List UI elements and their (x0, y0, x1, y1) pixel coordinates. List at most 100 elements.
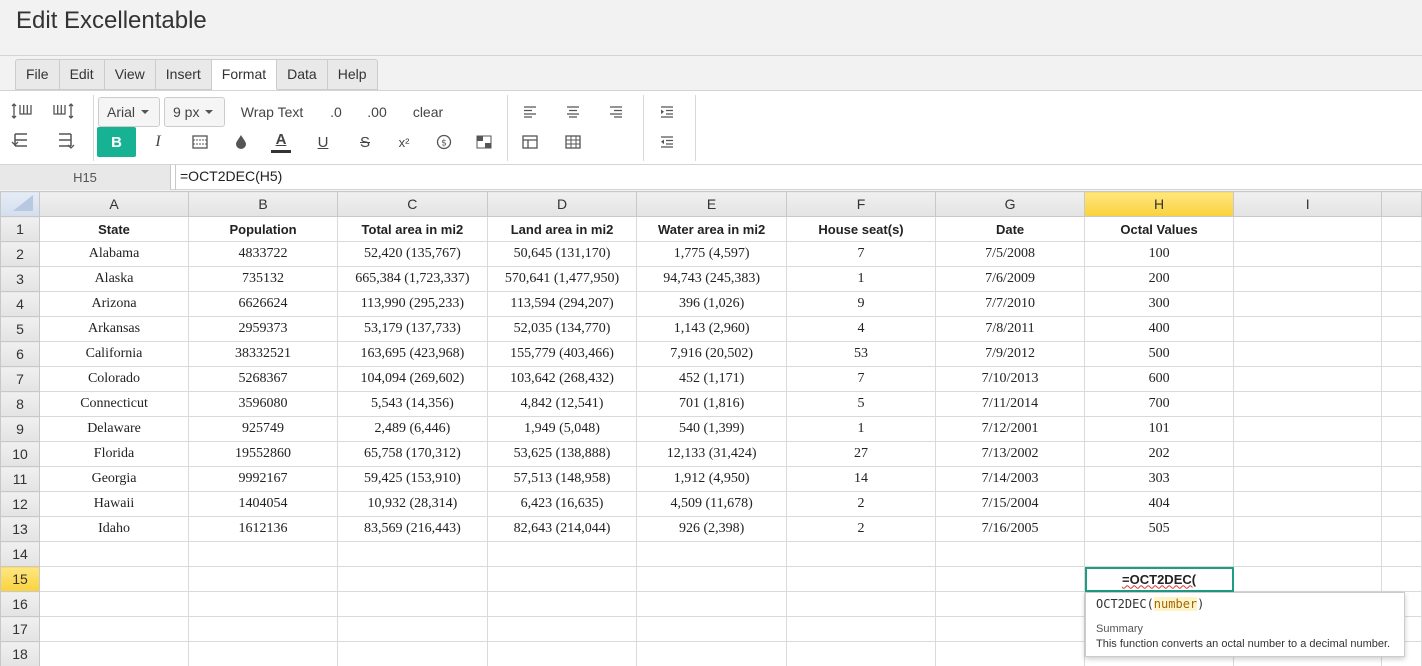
menu-insert[interactable]: Insert (155, 59, 212, 90)
grid-cell[interactable]: 926 (2,398) (636, 516, 787, 542)
grid-cell[interactable] (38, 541, 190, 567)
grid-cell[interactable] (935, 566, 1085, 592)
grid-cell[interactable]: 1 (785, 266, 937, 292)
italic-button[interactable]: I (146, 129, 170, 155)
row-header[interactable]: 5 (0, 316, 40, 342)
grid-cell[interactable]: California (38, 341, 190, 367)
grid-cell[interactable] (636, 616, 787, 642)
grid-cell[interactable] (1381, 291, 1422, 317)
menu-help[interactable]: Help (327, 59, 378, 90)
grid-cell[interactable] (337, 541, 488, 567)
grid-cell[interactable] (636, 641, 787, 666)
grid-cell[interactable]: 14 (785, 466, 937, 492)
grid-cell[interactable] (1233, 416, 1383, 442)
row-header[interactable]: 4 (0, 291, 40, 317)
grid-cell[interactable]: Arizona (38, 291, 190, 317)
indent-decrease-icon[interactable] (655, 129, 679, 155)
grid-cell[interactable]: 7/11/2014 (935, 391, 1085, 417)
menu-format[interactable]: Format (211, 59, 278, 90)
grid-cell[interactable]: 103,642 (268,432) (486, 366, 638, 392)
grid-cell[interactable] (935, 616, 1085, 642)
column-header[interactable]: D (486, 191, 638, 217)
grid-cell[interactable]: 7/10/2013 (935, 366, 1085, 392)
grid-cell[interactable]: 2 (785, 516, 937, 542)
row-header[interactable]: 3 (0, 266, 40, 292)
menu-view[interactable]: View (104, 59, 156, 90)
grid-cell[interactable]: 38332521 (188, 341, 339, 367)
grid-cell[interactable] (38, 566, 190, 592)
grid-cell[interactable]: 100 (1083, 241, 1235, 267)
grid-cell[interactable]: 113,594 (294,207) (486, 291, 638, 317)
grid-cell[interactable]: 2,489 (6,446) (337, 416, 488, 442)
table-grid-icon[interactable] (561, 129, 585, 155)
grid-cell[interactable]: 7/9/2012 (935, 341, 1085, 367)
grid-cell[interactable] (38, 591, 190, 617)
grid-cell[interactable] (785, 591, 937, 617)
grid-cell[interactable]: 7/7/2010 (935, 291, 1085, 317)
grid-cell[interactable] (785, 566, 937, 592)
grid-cell[interactable]: Date (935, 216, 1085, 242)
grid-cell[interactable]: 104,094 (269,602) (337, 366, 488, 392)
grid-cell[interactable]: 4833722 (188, 241, 339, 267)
row-header[interactable]: 18 (0, 641, 40, 666)
grid-cell[interactable]: 83,569 (216,443) (337, 516, 488, 542)
column-header[interactable]: C (337, 191, 488, 217)
grid-cell[interactable]: 50,645 (131,170) (486, 241, 638, 267)
font-size-select[interactable]: 9 px (164, 97, 225, 127)
grid-cell[interactable] (785, 641, 937, 666)
grid-cell[interactable]: 570,641 (1,477,950) (486, 266, 638, 292)
grid-cell[interactable]: Idaho (38, 516, 190, 542)
font-color-button[interactable]: A (270, 129, 292, 155)
grid-cell[interactable]: 5,543 (14,356) (337, 391, 488, 417)
grid-cell[interactable] (188, 641, 339, 666)
decimal-increase-button[interactable]: .00 (362, 101, 392, 123)
borders-icon[interactable] (188, 129, 212, 155)
grid-cell[interactable]: 700 (1083, 391, 1235, 417)
grid-cell[interactable]: 7/8/2011 (935, 316, 1085, 342)
grid-cell[interactable]: 19552860 (188, 441, 339, 467)
grid-cell[interactable]: 1404054 (188, 491, 339, 517)
column-header[interactable]: A (38, 191, 190, 217)
menu-edit[interactable]: Edit (59, 59, 105, 90)
grid-cell[interactable]: Water area in mi2 (636, 216, 787, 242)
column-header[interactable]: G (935, 191, 1085, 217)
align-center-icon[interactable] (561, 101, 585, 123)
grid-cell[interactable]: 12,133 (31,424) (636, 441, 787, 467)
grid-cell[interactable]: 200 (1083, 266, 1235, 292)
indent-increase-icon[interactable] (655, 101, 679, 123)
grid-cell[interactable]: 7 (785, 366, 937, 392)
column-header[interactable] (1381, 191, 1422, 217)
grid-cell[interactable]: 52,035 (134,770) (486, 316, 638, 342)
grid-cell[interactable]: Total area in mi2 (337, 216, 488, 242)
grid-cell[interactable]: State (38, 216, 190, 242)
insert-row-above-icon[interactable] (8, 99, 36, 123)
row-header[interactable]: 17 (0, 616, 40, 642)
grid-cell[interactable] (935, 541, 1085, 567)
row-header[interactable]: 1 (0, 216, 40, 242)
grid-cell[interactable]: 701 (1,816) (636, 391, 787, 417)
row-header[interactable]: 7 (0, 366, 40, 392)
grid-cell[interactable]: 53 (785, 341, 937, 367)
grid-cell[interactable] (785, 616, 937, 642)
grid-cell[interactable] (486, 616, 638, 642)
grid-cell[interactable] (1233, 216, 1383, 242)
grid-cell[interactable] (1233, 466, 1383, 492)
grid-cell[interactable]: 7/13/2002 (935, 441, 1085, 467)
grid-cell[interactable]: 735132 (188, 266, 339, 292)
row-header[interactable]: 6 (0, 341, 40, 367)
row-header[interactable]: 2 (0, 241, 40, 267)
column-header-selected[interactable]: H (1083, 191, 1235, 217)
grid-cell[interactable] (1381, 516, 1422, 542)
grid-cell[interactable]: 1 (785, 416, 937, 442)
grid-cell[interactable] (636, 591, 787, 617)
currency-icon[interactable]: $ (432, 129, 456, 155)
grid-cell[interactable]: 9 (785, 291, 937, 317)
grid-cell[interactable]: 163,695 (423,968) (337, 341, 488, 367)
grid-cell[interactable]: 665,384 (1,723,337) (337, 266, 488, 292)
menu-data[interactable]: Data (277, 59, 328, 90)
grid-cell[interactable]: House seat(s) (785, 216, 937, 242)
grid-cell[interactable]: 396 (1,026) (636, 291, 787, 317)
grid-cell[interactable]: Population (188, 216, 339, 242)
grid-cell[interactable] (1381, 266, 1422, 292)
grid-cell[interactable] (1381, 491, 1422, 517)
